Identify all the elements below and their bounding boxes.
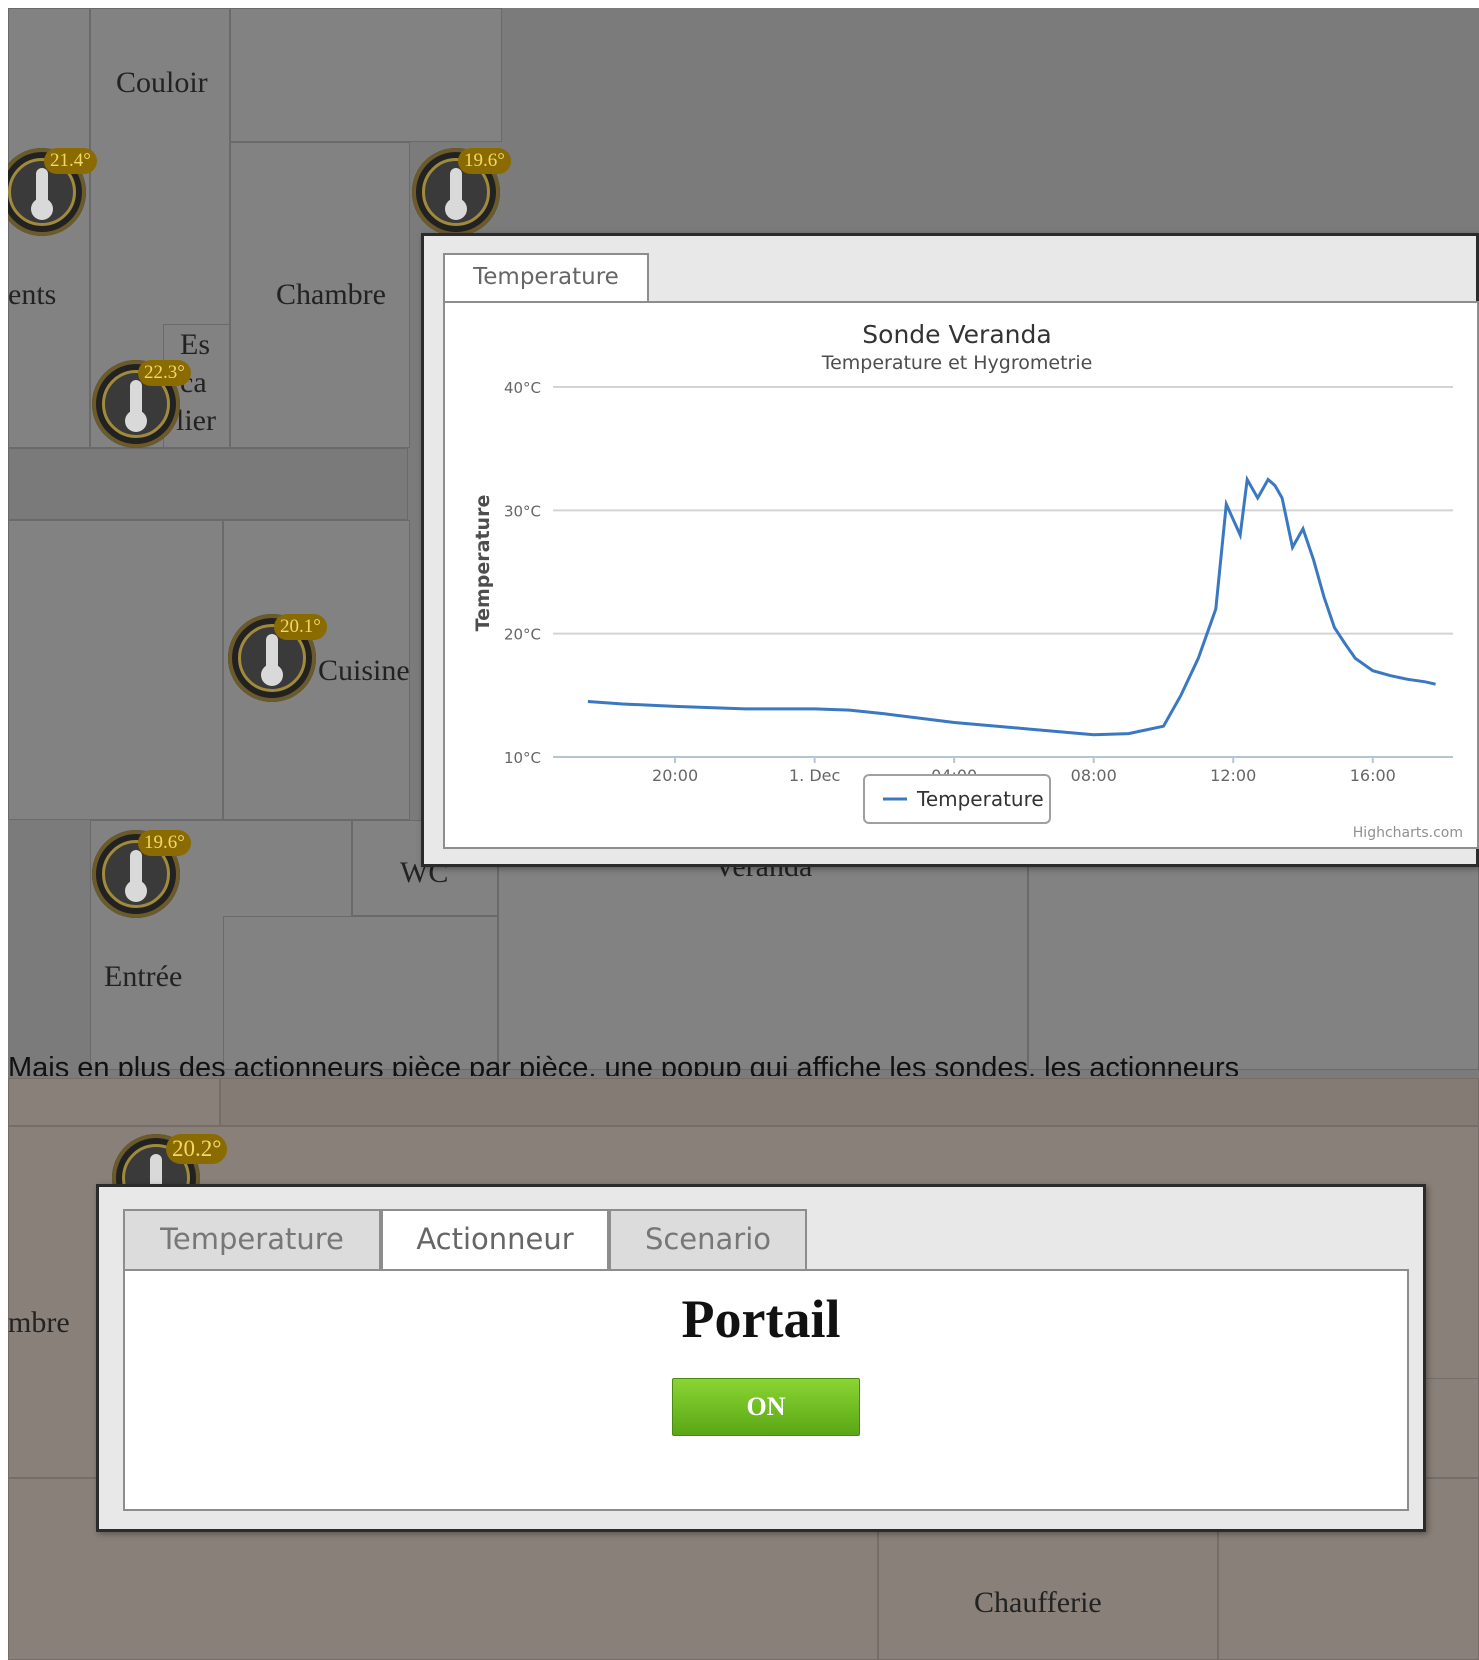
label-escalier-3: lier xyxy=(176,404,216,437)
thermometer-icon[interactable]: 20.1° xyxy=(228,614,327,702)
y-tick-label: 40°C xyxy=(504,379,541,397)
label-entree: Entrée xyxy=(104,960,183,993)
label-chambre: Chambre xyxy=(276,278,386,311)
room-top xyxy=(230,8,502,142)
label-chambre-b: mbre xyxy=(8,1306,70,1339)
sensor-value: 21.4° xyxy=(44,148,97,174)
corridor xyxy=(8,448,408,520)
label-couloir: Couloir xyxy=(116,66,208,99)
tab-scenario[interactable]: Scenario xyxy=(609,1209,807,1271)
sensor-value: 22.3° xyxy=(138,360,191,386)
temperature-popup: Temperature Sonde Veranda Temperature et… xyxy=(421,233,1479,867)
actionneur-popup: Temperature Actionneur Scenario xyxy=(96,1184,1426,1532)
page-caption: Mais en plus des actionneurs pièce par p… xyxy=(8,1052,1240,1076)
portail-on-button[interactable]: ON xyxy=(672,1378,860,1436)
label-escalier-1: Es xyxy=(180,328,210,361)
x-tick-label: 1. Dec xyxy=(789,766,840,785)
sensor-value: 20.2° xyxy=(166,1134,228,1164)
tab-temperature[interactable]: Temperature xyxy=(443,253,649,303)
chart-subtitle: Temperature et Hygrometrie xyxy=(821,352,1093,374)
label-ents: ents xyxy=(8,278,57,311)
thermometer-icon[interactable]: 21.4° xyxy=(8,148,97,236)
sensor-value: 19.6° xyxy=(458,148,511,174)
chart-legend[interactable]: Temperature xyxy=(863,774,1051,824)
room-top-left xyxy=(8,1078,220,1126)
x-tick-label: 16:00 xyxy=(1350,766,1396,785)
room-entree-b xyxy=(223,916,498,1070)
chart-credit: Highcharts.com xyxy=(1353,825,1463,841)
x-tick-label: 12:00 xyxy=(1210,766,1256,785)
temperature-chart: Sonde Veranda Temperature et Hygrometrie… xyxy=(472,320,1463,841)
y-tick-label: 10°C xyxy=(504,749,541,767)
sensor-value: 20.1° xyxy=(274,614,327,640)
thermometer-icon[interactable]: 22.3° xyxy=(92,360,191,448)
y-tick-label: 30°C xyxy=(504,502,541,520)
series-line-temperature xyxy=(587,474,1436,737)
chart-panel: Sonde Veranda Temperature et Hygrometrie… xyxy=(443,301,1479,849)
thermometer-icon[interactable]: 19.6° xyxy=(412,148,511,236)
y-tick-label: 20°C xyxy=(504,626,541,644)
y-axis-title: Temperature xyxy=(472,495,494,632)
tab-actionneur[interactable]: Actionneur xyxy=(381,1209,609,1271)
chart-title: Sonde Veranda xyxy=(862,320,1051,349)
label-cuisine: Cuisine xyxy=(318,654,410,687)
tab-temperature[interactable]: Temperature xyxy=(123,1209,381,1271)
room-left-mid xyxy=(8,520,223,820)
label-chaufferie: Chaufferie xyxy=(974,1586,1102,1619)
x-tick-label: 20:00 xyxy=(652,766,698,785)
thermometer-icon[interactable]: 19.6° xyxy=(92,830,191,918)
room-top-right xyxy=(220,1078,1479,1126)
sensor-value: 19.6° xyxy=(138,830,191,856)
x-tick-label: 08:00 xyxy=(1071,766,1117,785)
legend-item-temperature: Temperature xyxy=(916,787,1044,811)
device-title: Portail xyxy=(681,1289,841,1349)
